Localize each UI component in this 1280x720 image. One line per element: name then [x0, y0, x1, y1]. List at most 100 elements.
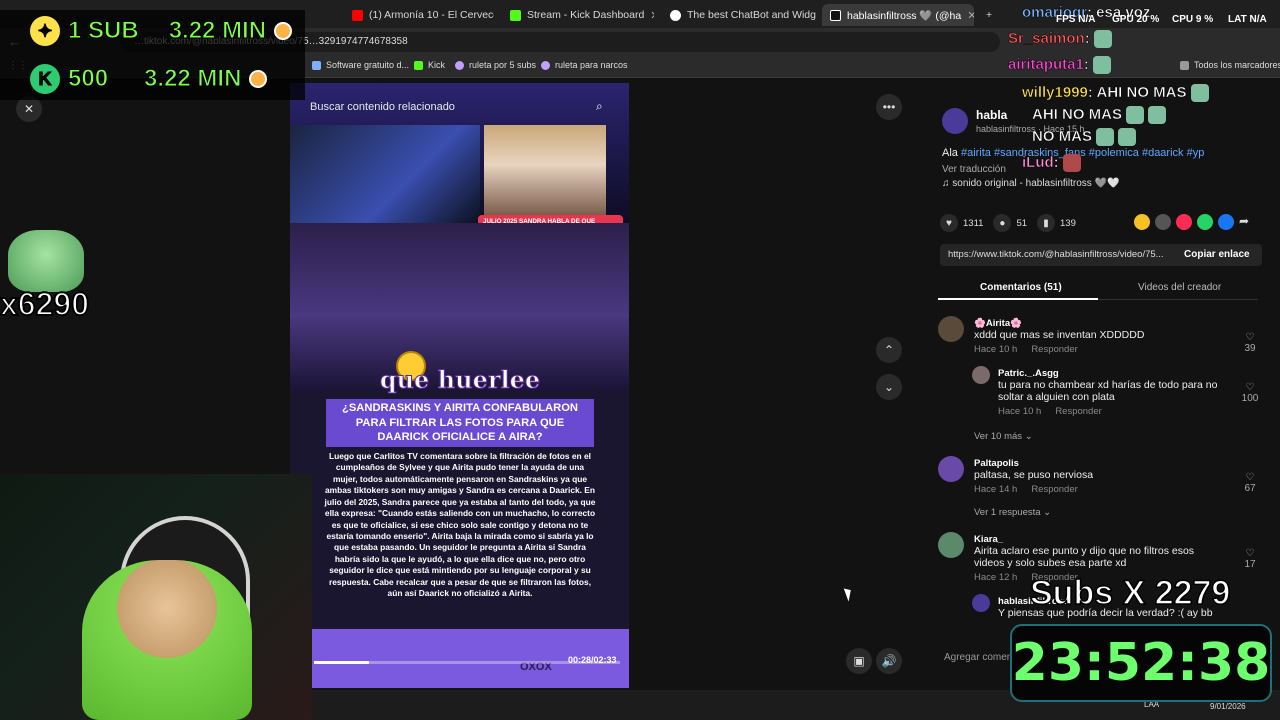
screen: (1) Armonía 10 - El Cervecero ( ✕ Stream… [0, 0, 1280, 720]
avatar[interactable] [972, 366, 990, 384]
sub-timer: 3.22 MIN [168, 17, 267, 45]
share-arrow-icon[interactable]: ➦ [1239, 214, 1249, 230]
chat-message: AHI NO MAS [1032, 106, 1123, 124]
comment-like[interactable]: ♡ 67 [1240, 472, 1260, 494]
pip-icon: ▣ [853, 654, 865, 668]
tab-kick-dashboard[interactable]: Stream - Kick Dashboard ✕ [502, 4, 654, 26]
clock-date[interactable]: 9/01/2026 [1210, 702, 1246, 711]
search-icon[interactable]: ⌕ [596, 99, 603, 114]
comment-text: Airita aclaro ese punto y dijo que no fi… [974, 545, 1195, 569]
stream-chat-overlay: omarioqr: esa voz Sr_saimon: airitaputa1… [1002, 0, 1280, 175]
copy-link-button[interactable]: Copiar enlace [1176, 244, 1258, 266]
comment-meta: Hace 10 h Responder [998, 406, 1230, 417]
bookmark-icon [312, 60, 321, 70]
save-count: 139 [1060, 217, 1076, 229]
chevron-up-icon: ⌃ [883, 343, 895, 357]
comment-like[interactable]: ♡ 17 [1240, 548, 1260, 570]
tab-label: (1) Armonía 10 - El Cervecero ( [369, 9, 494, 21]
tab-comments[interactable]: Comentarios (51) [980, 282, 1062, 293]
view-more-replies[interactable]: Ver 10 más ⌄ [974, 431, 1033, 442]
clock-icon [274, 22, 293, 40]
tab-chatbot[interactable]: The best ChatBot and Widgets ✕ [662, 4, 816, 26]
brand-logo-text: que huerlee [379, 365, 541, 395]
cpu-stat: CPU 9 % [1172, 14, 1214, 25]
bookmark-ruleta-subs[interactable]: ruleta por 5 subs [455, 60, 536, 70]
avatar[interactable] [938, 316, 964, 342]
chat-message: : [1083, 56, 1090, 74]
subathon-timer: 23:52:38 [1010, 624, 1272, 702]
new-tab-button[interactable]: + [978, 4, 1000, 26]
heart-icon: ♡ [1245, 382, 1255, 393]
share-buttons: ➦ [1134, 214, 1249, 230]
comment-text: xddd que mas se inventan XDDDDD [974, 329, 1145, 341]
facebook-icon[interactable] [1218, 214, 1234, 230]
comment-button[interactable]: ● 51 [993, 214, 1027, 232]
kick-coin-icon: K [30, 64, 60, 94]
multiplier-counter: x6290 [0, 285, 90, 323]
embed-icon[interactable] [1155, 214, 1171, 230]
bookmark-ruleta-narcos[interactable]: ruleta para narcos [541, 60, 628, 70]
comment-author[interactable]: Paltapolis [974, 458, 1224, 469]
save-button[interactable]: ▮ 139 [1037, 214, 1076, 232]
related-search-text[interactable]: Buscar contenido relacionado [310, 101, 455, 113]
next-video-button[interactable]: ⌄ [876, 374, 902, 400]
comment-time: Hace 10 h [974, 344, 1018, 355]
tab-armonia[interactable]: (1) Armonía 10 - El Cervecero ( ✕ [344, 4, 494, 26]
emote [1118, 128, 1136, 147]
tab-creator-videos[interactable]: Videos del creador [1138, 282, 1221, 293]
video-still-right [484, 125, 606, 223]
like-count: 1311 [963, 217, 984, 229]
subs-counter: Subs X 2279 [1029, 573, 1231, 613]
tab-tiktok[interactable]: hablasinfiltross 🩶 (@ha ✕ [822, 4, 974, 26]
bookmark-kick[interactable]: Kick [414, 60, 445, 70]
more-options-button[interactable]: ••• [876, 94, 902, 120]
active-tab-indicator [938, 298, 1098, 300]
bookmark-icon [541, 60, 550, 70]
whatsapp-icon[interactable] [1197, 214, 1213, 230]
progress-fill [314, 661, 370, 664]
comment-like-count: 17 [1244, 559, 1256, 570]
sound-link[interactable]: ♫ sonido original - hablasinfiltross 🩶🤍 [942, 178, 1119, 189]
chat-message: : AHI NO MAS [1087, 84, 1187, 102]
kick-icon [414, 60, 423, 70]
bookmark-label: Kick [428, 60, 446, 70]
video-headline: ¿SANDRASKINS Y AIRITA CONFABULARON PARA … [326, 399, 594, 447]
bookmark-software[interactable]: Software gratuito d... [312, 60, 409, 70]
streamer [82, 560, 252, 720]
avatar[interactable] [938, 456, 964, 482]
pip-button[interactable]: ▣ [846, 648, 872, 674]
close-icon[interactable]: ✕ [650, 9, 654, 22]
speaker-icon: 🔊 [881, 654, 897, 668]
avatar[interactable] [972, 594, 990, 612]
view-replies[interactable]: Ver 1 respuesta ⌄ [974, 507, 1051, 518]
panel-tabs: Comentarios (51) Videos del creador [938, 276, 1258, 300]
latency-stat: LAT N/A [1228, 14, 1267, 25]
reply-button[interactable]: Responder [1031, 484, 1077, 495]
comment-like[interactable]: ♡ 39 [1240, 332, 1260, 354]
close-icon[interactable]: ✕ [967, 9, 974, 22]
plus-icon: + [986, 9, 993, 21]
video-player[interactable]: Buscar contenido relacionado ⌕ JULIO 202… [290, 83, 629, 688]
comment: Paltapolis paltasa, se puso nerviosa Hac… [974, 458, 1224, 495]
comment-author[interactable]: Kiara_ [974, 534, 1224, 545]
avatar[interactable] [938, 532, 964, 558]
comment-like[interactable]: ♡ 100 [1240, 382, 1260, 404]
view-more-label: Ver 10 más [974, 431, 1023, 442]
translate-link[interactable]: Ver traducción [942, 164, 1006, 175]
creator-avatar[interactable] [942, 108, 968, 134]
heart-icon: ♥ [940, 214, 958, 232]
send-icon[interactable] [1176, 214, 1192, 230]
like-button[interactable]: ♥ 1311 [940, 214, 983, 232]
comment-like-count: 67 [1244, 483, 1256, 494]
comment-author[interactable]: Patric._.Asgg [998, 368, 1230, 379]
reply-button[interactable]: Responder [1055, 406, 1101, 417]
close-icon: ✕ [23, 102, 35, 116]
reply-button[interactable]: Responder [1031, 344, 1077, 355]
previous-video-button[interactable]: ⌃ [876, 337, 902, 363]
comment-time: Hace 10 h [998, 406, 1042, 417]
comment-author[interactable]: 🌸Airita🌸 [974, 318, 1224, 329]
coin-icon[interactable] [1134, 214, 1150, 230]
comment-like-count: 100 [1241, 393, 1259, 404]
volume-button[interactable]: 🔊 [876, 648, 902, 674]
chevron-down-icon: ⌄ [883, 380, 895, 394]
